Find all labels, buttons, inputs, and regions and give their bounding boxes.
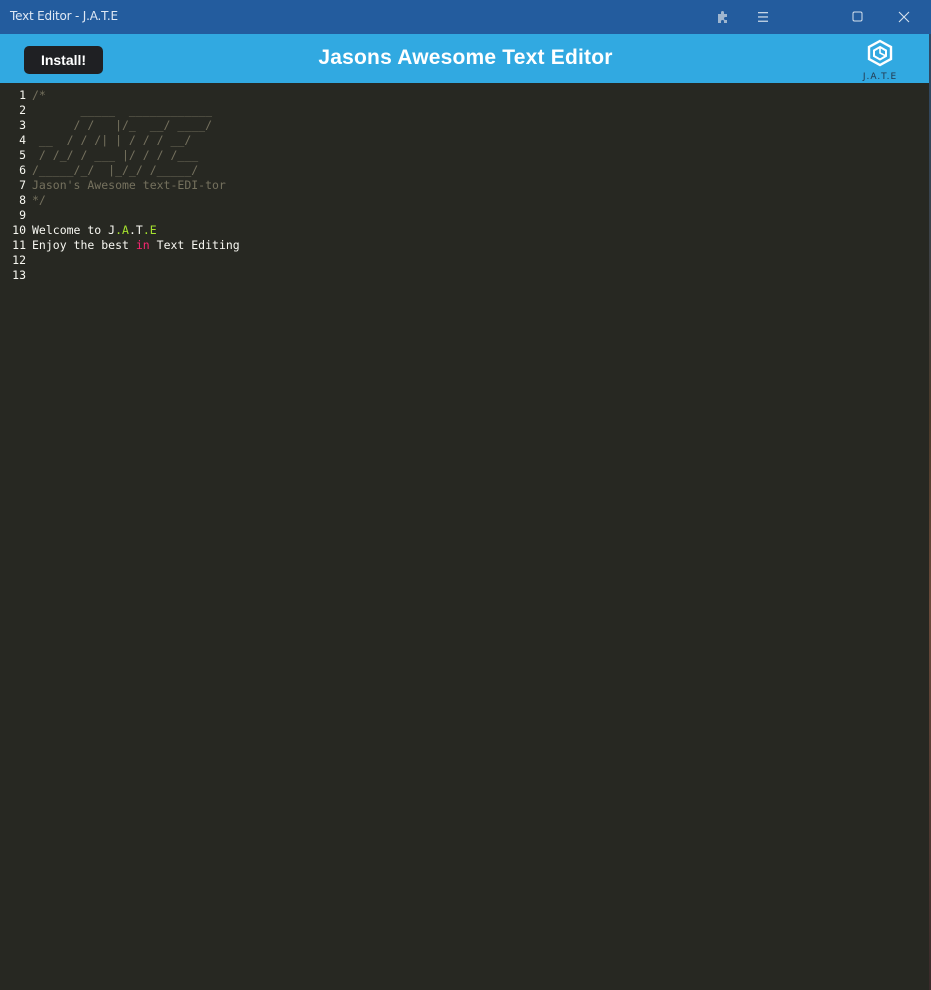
code-token: / / |/_ __/ ____/ [32, 118, 213, 132]
menu-button[interactable] [740, 0, 786, 34]
line-content: /* [32, 88, 46, 103]
code-editor[interactable]: 1 /* 2 _____ ____________ 3 / / |/_ __/ ___… [0, 83, 929, 990]
code-token: / /_/ / ___ |/ / / /___ [32, 148, 199, 162]
line-content: / /_/ / ___ |/ / / /___ [32, 148, 198, 163]
line-number: 6 [19, 163, 26, 177]
code-token: /* [32, 88, 46, 102]
line-number: 10 [12, 223, 26, 237]
maximize-button[interactable] [835, 0, 881, 34]
code-token: _____ ____________ [32, 103, 213, 117]
code-token: .T [128, 223, 143, 237]
window-titlebar: Text Editor - J.A.T.E [0, 0, 931, 34]
line-number: 11 [12, 238, 26, 252]
app-logo: J.A.T.E [858, 39, 902, 83]
line-number: 1 [19, 88, 26, 102]
code-token: in [135, 238, 150, 252]
code-token: .A [115, 223, 129, 237]
line-content: Jason's Awesome text-EDI-tor [32, 178, 226, 193]
close-icon [898, 11, 910, 23]
code-token: /_____/_/ |_/_/ /_____/ [32, 163, 199, 177]
code-token: .E [142, 223, 157, 237]
line-number: 7 [19, 178, 26, 192]
code-token: */ [32, 193, 46, 207]
line-content: _____ ____________ [32, 103, 212, 118]
line-number: 13 [12, 268, 26, 282]
line-content: */ [32, 193, 46, 208]
line-number: 9 [19, 208, 26, 222]
line-number: 4 [19, 133, 26, 147]
line-content: __ / / /| | / / / __/ [32, 133, 191, 148]
line-content: Welcome to J.A.T.E [32, 223, 157, 238]
jate-logo-icon [866, 39, 894, 71]
extensions-icon [715, 9, 731, 25]
line-number: 2 [19, 103, 26, 117]
window-title: Text Editor - J.A.T.E [10, 9, 118, 23]
line-number: 5 [19, 148, 26, 162]
code-token: Text Editing [149, 238, 240, 252]
code-token: Welcome to J [32, 223, 116, 237]
close-button[interactable] [881, 0, 927, 34]
line-number: 12 [12, 253, 26, 267]
maximize-icon [852, 11, 864, 23]
line-content: Enjoy the best in Text Editing [32, 238, 240, 253]
line-content: /_____/_/ |_/_/ /_____/ [32, 163, 198, 178]
menu-icon [756, 10, 770, 24]
line-number: 3 [19, 118, 26, 132]
code-token: Enjoy the best [32, 238, 136, 252]
code-token: Jason's Awesome text-EDI-tor [32, 178, 226, 192]
logo-text: J.A.T.E [862, 72, 898, 82]
app-title: Jasons Awesome Text Editor [318, 46, 613, 69]
line-number: 8 [19, 193, 26, 207]
app-header: Install! Jasons Awesome Text Editor J.A.… [0, 34, 931, 83]
code-token: __ / / /| | / / / __/ [32, 133, 192, 147]
line-content: / / |/_ __/ ____/ [32, 118, 212, 133]
